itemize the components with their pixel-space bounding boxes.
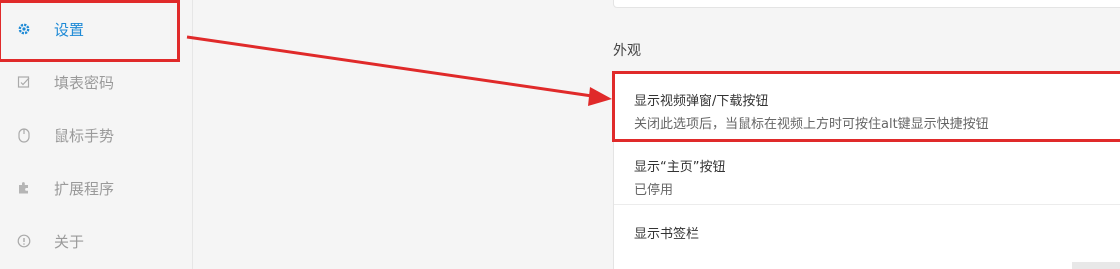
- setting-row-video-popup[interactable]: 显示视频弹窗/下载按钮 关闭此选项后，当鼠标在视频上方时可按住alt键显示快捷按…: [614, 72, 1120, 142]
- setting-subtitle: 已停用: [634, 183, 674, 198]
- horizontal-scrollbar[interactable]: [1072, 262, 1120, 269]
- settings-card: 显示视频弹窗/下载按钮 关闭此选项后，当鼠标在视频上方时可按住alt键显示快捷按…: [613, 72, 1120, 269]
- sidebar-item-label: 鼠标手势: [54, 126, 115, 145]
- sidebar-item-settings[interactable]: 设置: [0, 4, 192, 54]
- setting-subtitle: 关闭此选项后，当鼠标在视频上方时可按住alt键显示快捷按钮: [634, 117, 989, 132]
- sidebar-item-label: 关于: [54, 232, 85, 251]
- setting-title: 显示视频弹窗/下载按钮: [634, 94, 769, 109]
- sidebar: 设置 填表密码 鼠标手势 扩展程序 关于: [0, 0, 193, 269]
- gear-icon: [16, 21, 32, 37]
- setting-row-home-button[interactable]: 显示“主页”按钮 已停用: [614, 142, 1120, 205]
- form-icon: [16, 74, 32, 90]
- section-title: 外观: [613, 43, 641, 59]
- sidebar-item-mouse-gestures[interactable]: 鼠标手势: [0, 110, 192, 160]
- sidebar-item-extensions[interactable]: 扩展程序: [0, 163, 192, 213]
- setting-row-bookmarks-bar[interactable]: 显示书签栏: [614, 205, 1120, 257]
- previous-card: [613, 0, 1120, 8]
- puzzle-icon: [16, 180, 32, 196]
- info-icon: [16, 233, 32, 249]
- sidebar-item-form-passwords[interactable]: 填表密码: [0, 57, 192, 107]
- sidebar-item-about[interactable]: 关于: [0, 216, 192, 266]
- sidebar-item-label: 填表密码: [54, 73, 115, 92]
- sidebar-item-label: 扩展程序: [54, 179, 115, 198]
- mouse-icon: [16, 127, 32, 143]
- setting-title: 显示“主页”按钮: [634, 160, 726, 175]
- sidebar-item-label: 设置: [54, 20, 85, 39]
- main-content: 外观 显示视频弹窗/下载按钮 关闭此选项后，当鼠标在视频上方时可按住alt键显示…: [193, 0, 1120, 269]
- setting-title: 显示书签栏: [634, 227, 700, 242]
